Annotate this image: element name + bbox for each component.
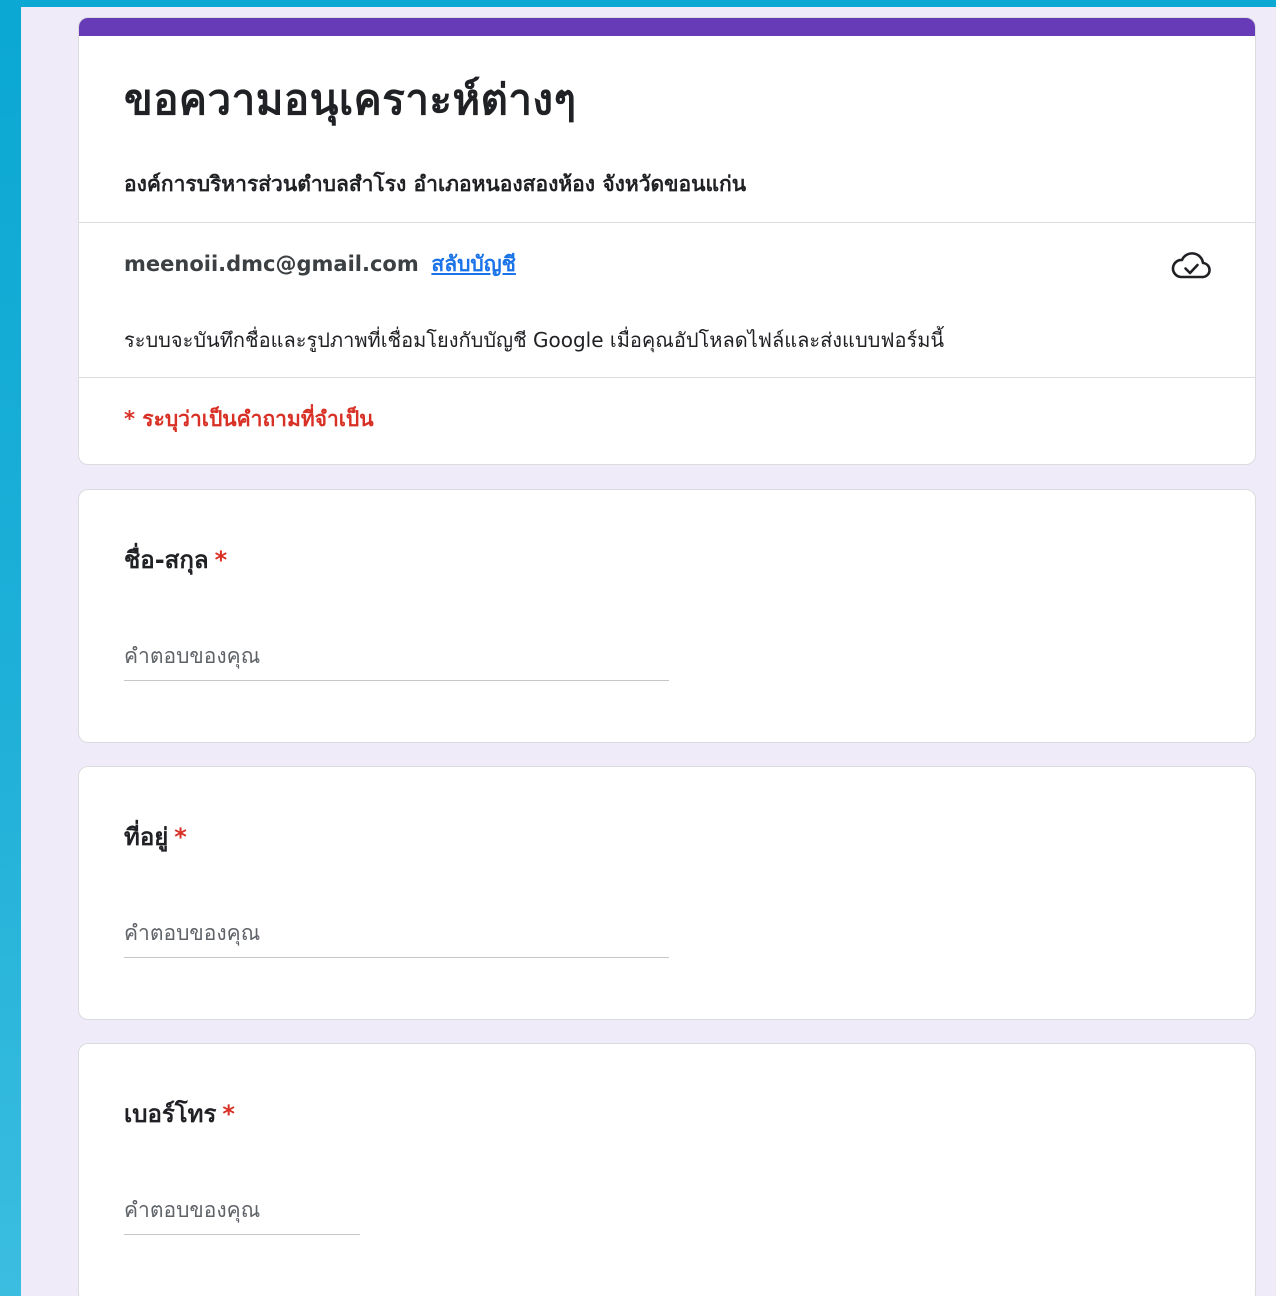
question-card-name: ชื่อ-สกุล *	[78, 489, 1256, 743]
required-asterisk: *	[214, 546, 228, 574]
divider	[79, 377, 1255, 378]
account-email: meenoii.dmc@gmail.com	[124, 252, 419, 276]
name-answer-input[interactable]	[124, 632, 669, 681]
form-page: ขอความอนุเคราะห์ต่างๆ องค์การบริหารส่วนต…	[21, 7, 1276, 1296]
switch-account-link[interactable]: สลับบัญชี	[431, 252, 516, 276]
question-title: ชื่อ-สกุล	[124, 546, 209, 574]
question-title: เบอร์โทร	[124, 1100, 217, 1128]
question-label: ชื่อ-สกุล *	[124, 540, 227, 579]
question-title: ที่อยู่	[124, 823, 169, 851]
address-answer-input[interactable]	[124, 909, 669, 958]
phone-answer-input[interactable]	[124, 1186, 360, 1235]
question-card-address: ที่อยู่ *	[78, 766, 1256, 1020]
form-title: ขอความอนุเคราะห์ต่างๆ	[124, 75, 577, 124]
form-header-card: ขอความอนุเคราะห์ต่างๆ องค์การบริหารส่วนต…	[78, 17, 1256, 465]
account-notice: ระบบจะบันทึกชื่อและรูปภาพที่เชื่อมโยงกับ…	[124, 328, 945, 352]
required-asterisk: *	[174, 823, 187, 851]
accent-bar	[79, 18, 1255, 36]
account-row: meenoii.dmc@gmail.com สลับบัญชี	[124, 248, 516, 281]
question-card-phone: เบอร์โทร *	[78, 1043, 1256, 1296]
form-description: องค์การบริหารส่วนตำบลสำโรง อำเภอหนองสองห…	[124, 172, 747, 196]
question-label: ที่อยู่ *	[124, 817, 187, 856]
required-note: * ระบุว่าเป็นคำถามที่จำเป็น	[124, 407, 374, 431]
question-label: เบอร์โทร *	[124, 1094, 235, 1133]
divider	[79, 222, 1255, 223]
required-asterisk: *	[222, 1100, 235, 1128]
cloud-check-icon[interactable]	[1169, 250, 1213, 282]
